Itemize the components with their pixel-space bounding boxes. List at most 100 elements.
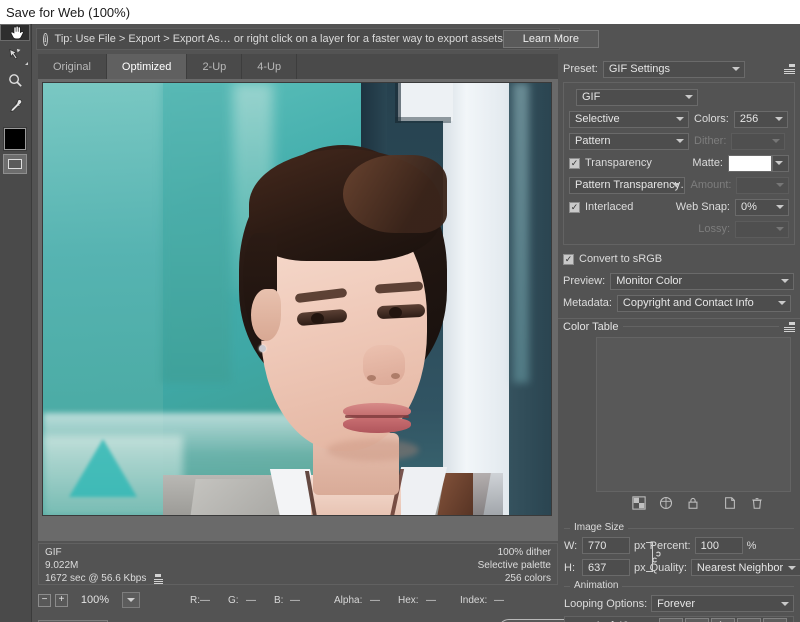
quality-value: Nearest Neighbor [696,561,784,574]
lock-color-icon[interactable] [686,496,700,510]
transparency-icon[interactable] [632,496,646,510]
dither-amount-dropdown [731,132,786,150]
lossy-label: Lossy: [698,223,730,235]
optimization-info-strip: GIF 9.022M 1672 sec @ 56.6 Kbps 100% dit… [38,543,558,585]
color-table-toolbar [632,496,800,510]
metadata-dropdown[interactable]: Copyright and Contact Info [616,294,791,312]
optimized-preview-image[interactable] [42,82,552,516]
readout-hex-label: Hex: [398,594,419,606]
preview-dropdown[interactable]: Monitor Color [610,272,795,290]
transparency-label: Transparency [585,157,652,169]
chevron-down-icon [774,117,783,121]
eyedropper-tool[interactable] [0,93,30,119]
looping-options-value: Forever [657,597,696,610]
web-snap-value: 0% [741,201,757,213]
preview-canvas-area[interactable] [38,79,558,541]
metadata-label: Metadata: [563,297,612,309]
tip-message: i Tip: Use File > Export > Export As… or… [36,28,599,50]
play-button[interactable] [711,618,735,622]
info-filesize: 9.022M [45,560,79,571]
first-frame-button[interactable] [659,618,683,622]
chevron-down-icon [676,117,684,121]
colors-value: 256 [739,113,759,125]
readout-g-label: G: [228,594,239,606]
readout-hex-value: — [426,594,436,606]
preview-label: Preview: [563,275,606,287]
convert-to-srgb-label: Convert to sRGB [579,253,663,265]
info-download-time: 1672 sec @ 56.6 Kbps [45,573,147,584]
next-frame-button[interactable] [737,618,761,622]
tool-strip [0,24,32,622]
readout-alpha-value: — [370,594,380,606]
hand-tool[interactable] [0,24,30,41]
preset-panel-menu-icon[interactable] [784,64,795,74]
save-for-web-dialog: Save for Web (100%) i Tip: Use File > Ex… [0,0,800,622]
last-frame-button[interactable] [763,618,787,622]
image-size-section: Image Size W: 770 px H: 637 px Percent: … [564,522,800,576]
web-snap-dropdown[interactable]: 0% [735,198,789,216]
readout-alpha-label: Alpha: [334,594,363,606]
interlaced-checkbox[interactable]: ✓ [569,201,580,213]
transparency-dither-dropdown[interactable]: Pattern Transparency… [569,176,686,194]
delete-color-icon[interactable] [750,496,764,510]
learn-more-button[interactable]: Learn More [502,30,599,48]
tip-bar: i Tip: Use File > Export > Export As… or… [32,24,800,54]
preset-dropdown[interactable]: GIF Settings [602,60,745,78]
colors-label: Colors: [694,113,729,125]
animation-playback-bar: 1 of 40 [564,616,794,622]
settings-panel: Preset: GIF Settings GIF Selective Color… [558,54,800,622]
colors-dropdown[interactable]: 256 [733,110,788,128]
dither-algorithm-value: Pattern [575,135,611,147]
info-menu-icon[interactable] [154,573,164,584]
dither-label: Dither: [694,135,727,147]
transparency-dither-value: Pattern Transparency… [575,179,686,191]
lossy-dropdown [735,220,789,238]
width-unit: px [634,539,646,552]
web-shift-icon[interactable] [659,496,673,510]
width-input[interactable]: 770 [582,537,630,554]
transparency-checkbox[interactable]: ✓ [569,157,580,169]
matte-color-swatch[interactable] [728,154,772,172]
foreground-color-swatch[interactable] [4,128,26,150]
format-options-group: GIF Selective Colors: 256 Pattern Dither… [563,82,795,245]
matte-dropdown[interactable] [772,154,789,172]
tab-optimized[interactable]: Optimized [106,54,188,79]
file-format-dropdown[interactable]: GIF [576,88,698,106]
zoom-in-button[interactable]: + [55,593,68,607]
readout-index-value: — [494,594,504,606]
color-table-menu-icon[interactable] [784,321,795,332]
color-table-swatches[interactable] [596,337,791,492]
new-color-icon[interactable] [723,496,737,510]
zoom-level-value[interactable]: 100% [72,594,118,606]
looping-options-dropdown[interactable]: Forever [651,595,794,612]
tab-2up[interactable]: 2-Up [187,54,243,79]
toggle-slices-icon[interactable] [3,154,27,174]
tool-expand-triangle [25,62,28,65]
metadata-value: Copyright and Contact Info [622,297,754,309]
tab-4up[interactable]: 4-Up [242,54,298,79]
tab-original[interactable]: Original [38,54,107,79]
color-table-header: Color Table [558,318,800,334]
dither-algorithm-dropdown[interactable]: Pattern [569,132,689,150]
looping-options-label: Looping Options: [564,597,648,610]
preset-label: Preset: [563,63,598,75]
percent-input[interactable]: 100 [694,537,743,554]
color-reduction-dropdown[interactable]: Selective [569,110,689,128]
slice-select-tool[interactable] [0,41,30,67]
height-input[interactable]: 637 [582,559,630,576]
info-icon: i [43,32,48,46]
height-unit: px [634,561,646,574]
quality-dropdown[interactable]: Nearest Neighbor [690,559,800,576]
convert-to-srgb-checkbox[interactable]: ✓ [563,253,574,265]
zoom-level-dropdown[interactable] [122,592,140,608]
width-label: W: [564,539,578,552]
color-table-title: Color Table [563,320,624,333]
zoom-out-button[interactable]: − [38,593,51,607]
previous-frame-button[interactable] [685,618,709,622]
chevron-down-icon [772,139,781,143]
preview-value: Monitor Color [616,275,683,287]
interlaced-label: Interlaced [585,201,634,213]
info-palette: Selective palette [477,560,551,571]
transparency-amount-dropdown [736,176,789,194]
zoom-tool[interactable] [0,67,30,93]
